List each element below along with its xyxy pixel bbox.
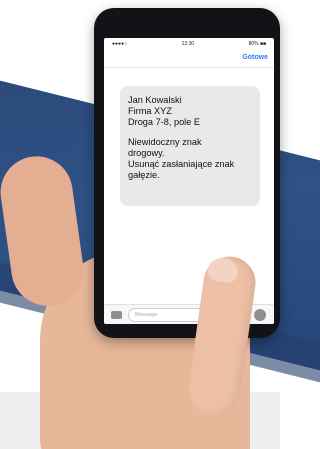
status-time: 12:30 xyxy=(181,41,195,47)
battery-indicator: 80% ■■ xyxy=(248,41,266,47)
message-line: Droga 7-8, pole E xyxy=(128,116,201,127)
message-line: Usunąć zasłaniające znak xyxy=(128,158,235,169)
message-line: Jan Kowalski xyxy=(128,95,182,105)
message-line: drogowy. xyxy=(128,148,165,159)
signal-indicator: ●●●●○ xyxy=(112,41,128,47)
done-button[interactable]: Gotowe xyxy=(242,54,268,61)
camera-icon[interactable] xyxy=(111,311,122,319)
message-line: gałęzie. xyxy=(128,169,160,180)
microphone-icon[interactable] xyxy=(254,309,266,321)
message-bubble: Jan Kowalski Firma XYZ Droga 7-8, pole E… xyxy=(120,86,260,206)
status-bar: ●●●●○ 12:30 80% ■■ xyxy=(104,38,274,50)
message-line: Niewidoczny znak xyxy=(128,137,202,148)
navigation-bar: Gotowe xyxy=(104,50,274,68)
message-line: Firma XYZ xyxy=(128,105,172,116)
